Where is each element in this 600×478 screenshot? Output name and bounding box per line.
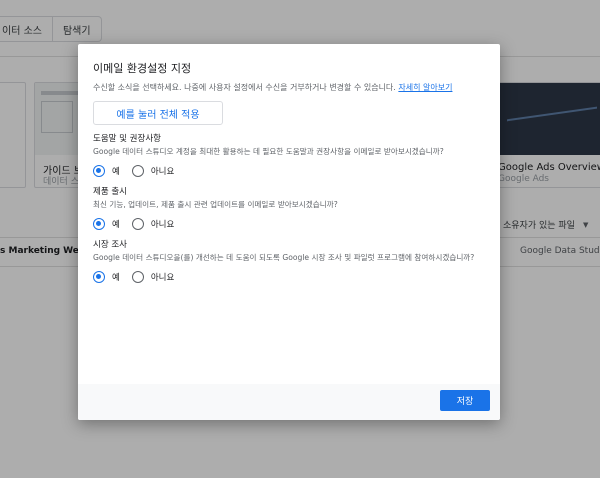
save-button[interactable]: 저장 [440, 390, 490, 411]
section-description: 최신 기능, 업데이트, 제품 출시 관련 업데이트를 이메일로 받아보시겠습니… [93, 200, 338, 209]
radio-product-launch-no[interactable]: 아니요 [131, 218, 175, 230]
radio-label: 아니요 [150, 273, 175, 283]
dialog-title: 이메일 환경설정 지정 [93, 62, 192, 75]
radio-market-research-yes[interactable]: 예 [93, 271, 120, 283]
section-title: 도움말 및 권장사항 [93, 134, 161, 144]
radio-group-product-launch: 예 아니요 [93, 217, 500, 231]
apply-all-yes-button[interactable]: 예를 눌러 전체 적용 [93, 101, 223, 125]
radio-unchecked-icon [131, 218, 144, 230]
section-tips: 도움말 및 권장사항 Google 데이터 스튜디오 계정을 최대한 활용하는 … [93, 133, 500, 178]
section-description: Google 데이터 스튜디오을(를) 개선하는 데 도움이 되도록 Googl… [93, 253, 475, 262]
radio-checked-icon [93, 218, 105, 230]
radio-label: 예 [112, 167, 120, 177]
radio-tips-no[interactable]: 아니요 [131, 165, 175, 177]
radio-unchecked-icon [131, 271, 144, 283]
radio-label: 예 [112, 273, 120, 283]
radio-market-research-no[interactable]: 아니요 [131, 271, 175, 283]
dialog-description-text: 수신할 소식을 선택하세요. 나중에 사용자 설정에서 수신을 거부하거나 변경… [93, 83, 396, 92]
learn-more-link[interactable]: 자세히 알아보기 [398, 83, 452, 92]
section-product-launch: 제품 출시 최신 기능, 업데이트, 제품 출시 관련 업데이트를 이메일로 받… [93, 186, 500, 231]
dialog-body: 이메일 환경설정 지정 수신할 소식을 선택하세요. 나중에 사용자 설정에서 … [78, 44, 500, 384]
section-description: Google 데이터 스튜디오 계정을 최대한 활용하는 데 필요한 도움말과 … [93, 147, 444, 156]
section-title: 시장 조사 [93, 240, 127, 250]
radio-unchecked-icon [131, 165, 144, 177]
email-preferences-dialog: 이메일 환경설정 지정 수신할 소식을 선택하세요. 나중에 사용자 설정에서 … [78, 44, 500, 420]
radio-label: 아니요 [150, 167, 175, 177]
radio-product-launch-yes[interactable]: 예 [93, 218, 120, 230]
radio-checked-icon [93, 271, 105, 283]
radio-checked-icon [93, 165, 105, 177]
dialog-footer: 저장 [78, 384, 500, 420]
radio-label: 예 [112, 220, 120, 230]
radio-tips-yes[interactable]: 예 [93, 165, 120, 177]
radio-label: 아니요 [150, 220, 175, 230]
radio-group-tips: 예 아니요 [93, 164, 500, 178]
radio-group-market-research: 예 아니요 [93, 270, 500, 284]
section-title: 제품 출시 [93, 187, 127, 197]
dialog-description: 수신할 소식을 선택하세요. 나중에 사용자 설정에서 수신을 거부하거나 변경… [93, 82, 500, 93]
section-market-research: 시장 조사 Google 데이터 스튜디오을(를) 개선하는 데 도움이 되도록… [93, 239, 500, 284]
